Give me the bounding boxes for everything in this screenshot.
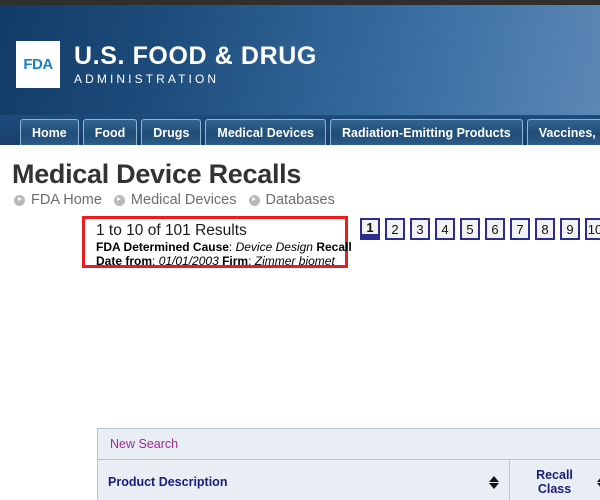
breadcrumb-item-fda-home[interactable]: FDA Home xyxy=(31,192,102,208)
results-table-container: New Search Product Description Recall Cl… xyxy=(97,428,600,500)
nav-tab-vaccines-blood-biologics[interactable]: Vaccines, Blood & Biologics xyxy=(526,119,600,145)
nav-tab-radiation-emitting-products[interactable]: Radiation-Emitting Products xyxy=(330,119,523,145)
fda-logo-icon: FDA xyxy=(16,41,60,88)
date-value: 01/01/2003 xyxy=(158,254,219,268)
results-filter-date-firm: Date from: 01/01/2003 Firm: Zimmer biome… xyxy=(96,254,335,268)
cause-value: Device Design xyxy=(235,240,313,254)
pagination-page-4[interactable]: 4 xyxy=(435,218,455,240)
column-header-product-description[interactable]: Product Description xyxy=(97,459,510,500)
brand-wordmark: U.S. FOOD & DRUG ADMINISTRATION xyxy=(74,41,317,87)
results-count: 1 to 10 of 101 Results xyxy=(96,222,247,239)
chevron-circle-icon xyxy=(14,194,25,206)
pagination-page-3[interactable]: 3 xyxy=(410,218,430,240)
chevron-circle-icon xyxy=(113,194,125,206)
table-header-row: Product Description Recall Class xyxy=(97,459,600,500)
chevron-circle-icon xyxy=(248,194,260,206)
pagination-page-7[interactable]: 7 xyxy=(510,218,530,240)
nav-tab-home[interactable]: Home xyxy=(20,119,79,145)
column-header-recall-class[interactable]: Recall Class xyxy=(509,459,600,500)
brand-title-secondary: ADMINISTRATION xyxy=(74,72,220,86)
breadcrumb-item-databases[interactable]: Databases xyxy=(266,192,335,208)
page-content: Medical Device Recalls FDA Home Medical … xyxy=(0,145,600,500)
sort-updown-icon[interactable] xyxy=(489,475,499,489)
results-filter-cause: FDA Determined Cause: Device Design Reca… xyxy=(96,240,352,254)
pagination-page-8[interactable]: 8 xyxy=(535,218,555,240)
pagination-page-1[interactable]: 1 xyxy=(360,218,380,240)
date-label-part1: Recall xyxy=(316,240,352,254)
table-toolbar-row: New Search xyxy=(97,428,600,460)
brand-title-primary: U.S. FOOD & DRUG xyxy=(74,42,317,70)
cause-label: FDA Determined Cause xyxy=(96,240,229,254)
main-navigation: Home Food Drugs Medical Devices Radiatio… xyxy=(0,115,600,145)
column-header-label: Recall Class xyxy=(536,468,573,496)
pagination-page-9[interactable]: 9 xyxy=(560,218,580,240)
pagination: 1 2 3 4 5 6 7 8 9 10 xyxy=(360,218,600,240)
fda-brand[interactable]: FDA U.S. FOOD & DRUG ADMINISTRATION xyxy=(16,41,317,88)
column-header-label: Product Description xyxy=(108,475,228,489)
nav-tab-food[interactable]: Food xyxy=(82,119,138,145)
pagination-page-6[interactable]: 6 xyxy=(485,218,505,240)
pagination-page-10[interactable]: 10 xyxy=(585,218,600,240)
results-table: New Search Product Description Recall Cl… xyxy=(97,428,600,500)
nav-tab-drugs[interactable]: Drugs xyxy=(141,119,202,145)
fda-logo-label: FDA xyxy=(23,56,53,73)
firm-value: Zimmer biomet xyxy=(254,254,335,268)
new-search-cell: New Search xyxy=(97,428,600,460)
pagination-page-2[interactable]: 2 xyxy=(385,218,405,240)
results-summary-box: 1 to 10 of 101 Results FDA Determined Ca… xyxy=(82,216,352,268)
breadcrumb-item-medical-devices[interactable]: Medical Devices xyxy=(131,192,237,208)
nav-tab-medical-devices[interactable]: Medical Devices xyxy=(205,119,326,145)
site-masthead: FDA U.S. FOOD & DRUG ADMINISTRATION xyxy=(0,5,600,115)
results-summary-row: 1 to 10 of 101 Results FDA Determined Ca… xyxy=(0,216,600,270)
breadcrumb: FDA Home Medical Devices Databases xyxy=(0,189,600,208)
new-search-link[interactable]: New Search xyxy=(110,437,178,451)
date-label-part2: Date from xyxy=(96,254,153,268)
pagination-page-5[interactable]: 5 xyxy=(460,218,480,240)
page-title: Medical Device Recalls xyxy=(12,159,302,189)
firm-label: Firm xyxy=(222,254,249,268)
